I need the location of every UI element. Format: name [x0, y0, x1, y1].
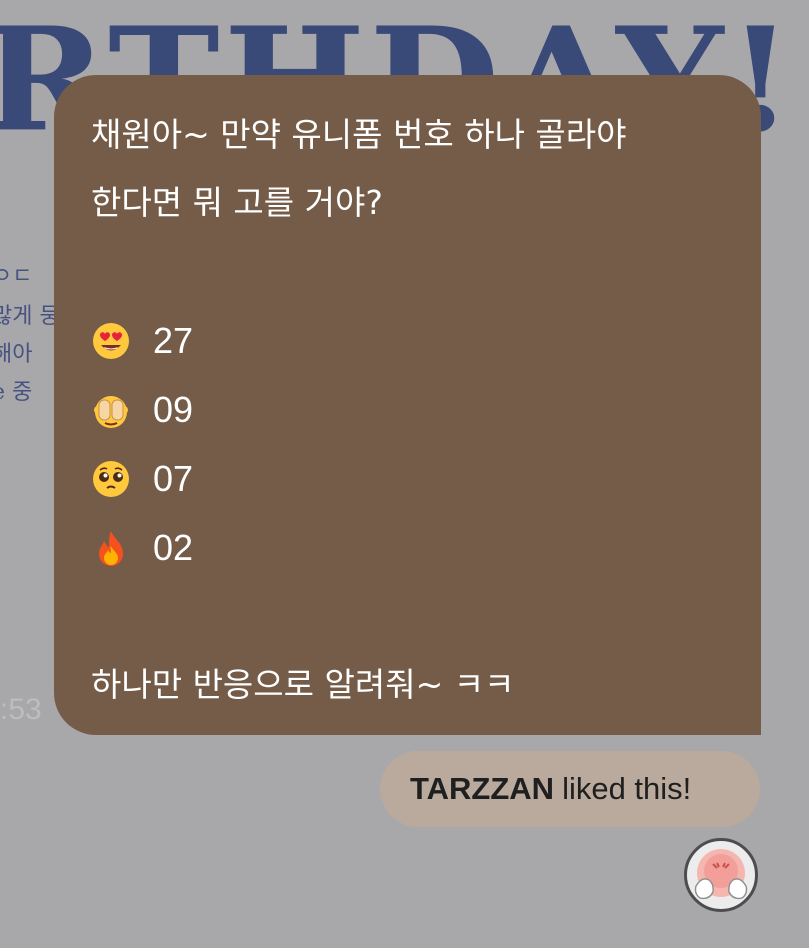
- option-row-02: 02: [91, 513, 725, 582]
- background-scribble-line: e 중: [0, 380, 33, 405]
- option-number: 09: [153, 388, 194, 430]
- option-row-07: 07: [91, 444, 725, 513]
- background-scribble-line: 많게 둥: [0, 304, 60, 329]
- fire-emoji-icon: [99, 530, 123, 566]
- message-line-2: 한다면 뭐 고를 거야?: [91, 183, 383, 222]
- message-bubble[interactable]: 채원아~ 만약 유니폼 번호 하나 골라야 한다면 뭐 고를 거야? 27 09: [54, 75, 761, 735]
- see-no-evil-monkey-emoji-icon: [94, 395, 128, 428]
- option-number: 02: [153, 526, 194, 568]
- option-row-27: 27: [91, 306, 725, 375]
- heart-eyes-emoji-icon: [93, 322, 129, 359]
- background-scribble-line: ㅇㄷ: [0, 264, 33, 289]
- liked-by-text: liked this!: [562, 771, 692, 806]
- option-number: 27: [153, 319, 194, 361]
- blushing-hands-face-icon: [694, 849, 748, 900]
- message-closing: 하나만 반응으로 알려줘~ ㅋㅋ: [91, 665, 515, 704]
- liked-by-name: TARZZAN: [410, 771, 555, 806]
- liked-by-pill[interactable]: TARZZAN liked this!: [380, 751, 760, 827]
- message-line-1: 채원아~ 만약 유니폼 번호 하나 골라야: [91, 115, 627, 154]
- background-timestamp: :53: [0, 693, 42, 726]
- pleading-face-emoji-icon: [93, 460, 129, 497]
- option-number: 07: [153, 457, 194, 499]
- option-row-09: 09: [91, 375, 725, 444]
- background-scribble-line: 해아: [0, 342, 33, 367]
- reaction-button[interactable]: [684, 838, 758, 912]
